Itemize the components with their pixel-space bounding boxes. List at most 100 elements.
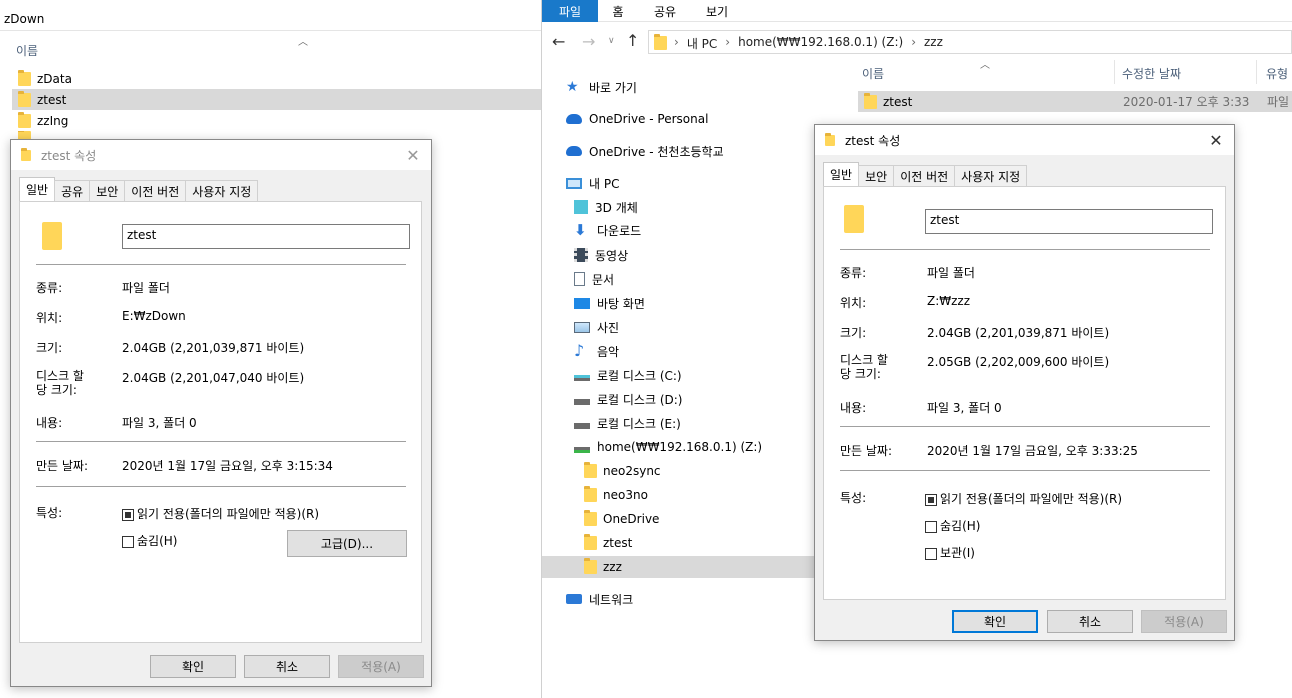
- nav-item-network[interactable]: 네트워크: [566, 588, 633, 610]
- cancel-button[interactable]: 취소: [1047, 610, 1133, 633]
- network-icon: [566, 594, 582, 604]
- tab-previous-versions[interactable]: 이전 버전: [893, 165, 956, 186]
- drive-icon: [574, 399, 590, 405]
- up-icon[interactable]: ↑: [626, 31, 639, 50]
- address-folder-icon: [654, 34, 667, 50]
- nav-item-desktop[interactable]: 바탕 화면: [574, 292, 645, 314]
- drive-icon: [574, 423, 590, 429]
- dialog-title-bar[interactable]: ztest 속성: [815, 125, 1234, 155]
- nav-item-neo2sync[interactable]: neo2sync: [584, 460, 661, 482]
- folder-icon: [584, 462, 597, 478]
- file-date: 2020-01-17 오후 3:33: [1123, 95, 1250, 109]
- cancel-button[interactable]: 취소: [244, 655, 330, 678]
- cloud-icon: [566, 114, 582, 124]
- ok-button[interactable]: 확인: [150, 655, 236, 678]
- nav-item-drive-d[interactable]: 로컬 디스크 (D:): [574, 388, 682, 410]
- nav-item-ztest[interactable]: ztest: [584, 532, 632, 554]
- nav-item-documents[interactable]: 문서: [574, 268, 614, 290]
- list-item[interactable]: zData: [12, 68, 541, 89]
- folder-icon: [584, 486, 597, 502]
- readonly-checkbox[interactable]: 읽기 전용(폴더의 파일에만 적용)(R): [925, 490, 1122, 507]
- archive-checkbox[interactable]: 보관(I): [925, 544, 975, 561]
- nav-item-drive-c[interactable]: 로컬 디스크 (C:): [574, 364, 682, 386]
- apply-button[interactable]: 적용(A): [338, 655, 424, 678]
- nav-item-onedrive-personal[interactable]: OneDrive - Personal: [566, 108, 708, 130]
- tab-general[interactable]: 일반: [823, 162, 860, 186]
- tab-security[interactable]: 보안: [858, 165, 895, 186]
- folder-name-input[interactable]: ztest: [925, 209, 1213, 234]
- back-icon[interactable]: ←: [552, 32, 565, 51]
- breadcrumb-item[interactable]: zzz: [924, 35, 943, 52]
- nav-item-onedrive-folder[interactable]: OneDrive: [584, 508, 659, 530]
- ribbon-tab-view[interactable]: 보기: [696, 0, 738, 22]
- breadcrumb-item[interactable]: 내 PC: [687, 35, 717, 52]
- ribbon-tab-file[interactable]: 파일: [542, 0, 598, 22]
- tab-panel: ztest 종류: 파일 폴더 위치: E:₩zDown 크기: 2.04GB …: [19, 201, 422, 643]
- list-item[interactable]: ztest: [12, 89, 541, 110]
- forward-icon[interactable]: →: [582, 32, 595, 51]
- nav-item-this-pc[interactable]: 내 PC: [566, 172, 619, 194]
- hidden-checkbox[interactable]: 숨김(H): [925, 517, 980, 534]
- left-properties-dialog: ztest 속성 ✕ 일반 공유 보안 이전 버전 사용자 지정 ztest 종…: [10, 139, 432, 687]
- tab-sharing[interactable]: 공유: [54, 180, 91, 201]
- type-label: 종류:: [840, 266, 867, 280]
- nav-item-videos[interactable]: 동영상: [574, 244, 628, 266]
- column-header-name[interactable]: 이름: [862, 65, 884, 82]
- column-header-date[interactable]: 수정한 날짜: [1122, 65, 1181, 82]
- star-icon: ★: [566, 79, 579, 95]
- sort-arrow-icon: ︿: [980, 60, 990, 71]
- location-value: Z:₩zzz: [927, 294, 971, 308]
- apply-button[interactable]: 적용(A): [1141, 610, 1227, 633]
- readonly-checkbox[interactable]: 읽기 전용(폴더의 파일에만 적용)(R): [122, 505, 319, 522]
- tab-panel: ztest 종류: 파일 폴더 위치: Z:₩zzz 크기: 2.04GB (2…: [823, 186, 1226, 600]
- advanced-button[interactable]: 고급(D)...: [287, 530, 407, 557]
- nav-item-onedrive-school[interactable]: OneDrive - 천천초등학교: [566, 140, 724, 162]
- table-row[interactable]: ztest 2020-01-17 오후 3:33 파일: [858, 91, 1292, 112]
- tab-customize[interactable]: 사용자 지정: [954, 165, 1028, 186]
- divider: [36, 441, 406, 442]
- folder-icon: [18, 90, 31, 107]
- size-label: 크기:: [36, 341, 63, 355]
- breadcrumb: › 내 PC › home(₩₩192.168.0.1) (Z:) › zzz: [674, 35, 943, 52]
- tab-strip: 일반 보안 이전 버전 사용자 지정: [823, 162, 1028, 186]
- nav-item-network-drive-z[interactable]: home(₩₩192.168.0.1) (Z:): [574, 436, 762, 458]
- dialog-title-bar[interactable]: ztest 속성: [11, 140, 431, 170]
- folder-icon: [18, 111, 31, 128]
- tab-general[interactable]: 일반: [19, 177, 56, 201]
- divider: [36, 264, 406, 265]
- size-label: 크기:: [840, 326, 867, 340]
- column-separator[interactable]: [1256, 60, 1257, 84]
- ribbon-tab-home[interactable]: 홈: [600, 0, 636, 22]
- dialog-title: ztest 속성: [845, 133, 901, 148]
- tab-security[interactable]: 보안: [89, 180, 126, 201]
- ok-button[interactable]: 확인: [952, 610, 1038, 633]
- breadcrumb-separator-icon: ›: [725, 35, 731, 49]
- nav-item-downloads[interactable]: ⬇ 다운로드: [574, 219, 641, 241]
- nav-item-drive-e[interactable]: 로컬 디스크 (E:): [574, 412, 681, 434]
- picture-icon: [574, 321, 590, 333]
- close-icon[interactable]: ✕: [403, 145, 423, 165]
- big-folder-icon: [844, 205, 864, 233]
- file-name: ztest: [883, 94, 913, 109]
- nav-item-neo3no[interactable]: neo3no: [584, 484, 648, 506]
- recent-chevron-icon[interactable]: ∨: [608, 36, 615, 46]
- nav-item-pictures[interactable]: 사진: [574, 316, 619, 338]
- nav-item-3d-objects[interactable]: 3D 개체: [574, 196, 638, 218]
- close-icon[interactable]: ✕: [1206, 130, 1226, 150]
- folder-name-input[interactable]: ztest: [122, 224, 410, 249]
- hidden-checkbox[interactable]: 숨김(H): [122, 532, 177, 549]
- column-separator[interactable]: [1114, 60, 1115, 84]
- list-item[interactable]: zzIng: [12, 110, 541, 131]
- breadcrumb-item[interactable]: home(₩₩192.168.0.1) (Z:): [738, 35, 903, 52]
- nav-item-quick-access[interactable]: ★ 바로 가기: [566, 76, 637, 98]
- created-value: 2020년 1월 17일 금요일, 오후 3:15:34: [122, 459, 333, 473]
- column-header-type[interactable]: 유형: [1266, 65, 1288, 82]
- tab-customize[interactable]: 사용자 지정: [185, 180, 259, 201]
- desktop-icon: [574, 297, 590, 309]
- tab-previous-versions[interactable]: 이전 버전: [124, 180, 187, 201]
- ribbon-tab-share[interactable]: 공유: [642, 0, 688, 22]
- nav-item-zzz[interactable]: zzz: [584, 556, 622, 578]
- nav-item-music[interactable]: ♪ 음악: [574, 340, 619, 362]
- left-column-header-name[interactable]: 이름: [16, 42, 38, 59]
- created-label: 만든 날짜:: [840, 444, 893, 458]
